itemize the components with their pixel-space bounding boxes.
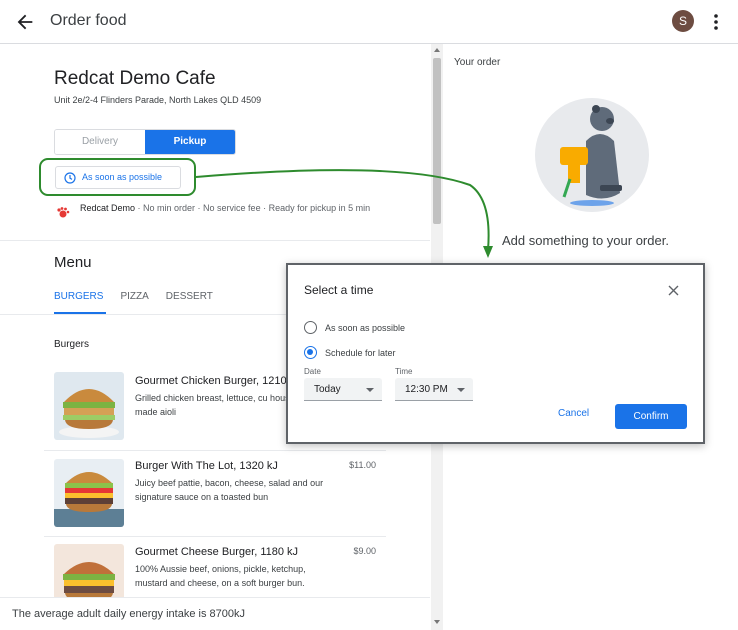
pickup-option[interactable]: Pickup (145, 130, 235, 154)
chevron-down-icon (366, 388, 374, 392)
item-description: 100% Aussie beef, onions, pickle, ketchu… (135, 564, 306, 588)
avatar[interactable]: S (672, 10, 694, 32)
energy-footer: The average adult daily energy intake is… (0, 597, 430, 630)
select-time-dialog: Select a time As soon as possible Schedu… (286, 263, 705, 444)
scroll-up-arrow-icon[interactable] (434, 48, 440, 52)
menu-item[interactable]: Burger With The Lot, 1320 kJ $11.00 Juic… (44, 451, 386, 535)
scrollbar-thumb[interactable] (433, 58, 441, 224)
item-name: Gourmet Chicken Burger, 1210 (135, 375, 287, 387)
redcat-logo-icon (57, 207, 70, 218)
item-description: Grilled chicken breast, lettuce, cu hous… (135, 393, 298, 417)
scroll-down-arrow-icon[interactable] (434, 620, 440, 624)
schedule-later-radio[interactable] (304, 346, 317, 359)
close-icon[interactable] (668, 285, 679, 296)
store-address: Unit 2e/2-4 Flinders Parade, North Lakes… (54, 95, 262, 105)
store-info: Redcat Demo · No min order · No service … (80, 202, 380, 215)
menu-heading: Menu (54, 254, 92, 271)
schedule-later-label: Schedule for later (325, 347, 396, 358)
provider-name: Redcat Demo (80, 203, 136, 213)
cheese-burger-image (54, 544, 124, 597)
item-name: Burger With The Lot, 1320 kJ (135, 460, 278, 472)
delivery-option[interactable]: Delivery (55, 130, 145, 154)
store-name: Redcat Demo Cafe (54, 68, 216, 89)
back-arrow-icon[interactable] (14, 11, 36, 33)
order-heading: Your order (454, 57, 501, 68)
date-label: Date (304, 367, 321, 376)
tab-pizza[interactable]: PIZZA (120, 291, 148, 302)
schedule-later-option[interactable]: Schedule for later (304, 346, 396, 359)
chevron-down-icon (457, 388, 465, 392)
asap-option[interactable]: As soon as possible (304, 321, 405, 334)
pickup-time-button[interactable]: As soon as possible (55, 166, 181, 189)
confirm-button[interactable]: Confirm (615, 404, 687, 429)
asap-radio[interactable] (304, 321, 317, 334)
empty-order-bear-illustration (535, 98, 649, 212)
asap-label: As soon as possible (325, 322, 406, 333)
more-vert-icon[interactable] (710, 12, 722, 32)
item-price: $9.00 (353, 546, 376, 556)
burger-with-the-lot-image (54, 459, 124, 527)
time-label: Time (395, 367, 413, 376)
time-select[interactable]: 12:30 PM (395, 378, 473, 401)
dialog-title: Select a time (304, 283, 374, 297)
tab-dessert[interactable]: DESSERT (166, 291, 213, 302)
empty-order-message: Add something to your order. (502, 233, 669, 248)
divider (0, 240, 430, 241)
menu-tabs: BURGERS PIZZA DESSERT (54, 291, 213, 302)
fulfilment-toggle: Delivery Pickup (54, 129, 236, 155)
time-value: 12:30 PM (405, 384, 448, 395)
page-title: Order food (50, 12, 127, 29)
store-details: · No min order · No service fee · Ready … (135, 203, 371, 213)
cancel-button[interactable]: Cancel (558, 408, 589, 419)
menu-item[interactable]: Gourmet Cheese Burger, 1180 kJ $9.00 100… (44, 537, 386, 597)
item-description: Juicy beef pattie, bacon, cheese, salad … (135, 478, 324, 502)
pickup-time-label: As soon as possible (82, 172, 163, 182)
item-price: $11.00 (349, 460, 376, 470)
item-name: Gourmet Cheese Burger, 1180 kJ (135, 546, 299, 558)
clock-icon (64, 172, 76, 184)
chicken-burger-image (54, 372, 124, 440)
tab-burgers[interactable]: BURGERS (54, 291, 103, 302)
date-value: Today (314, 384, 341, 395)
section-heading: Burgers (54, 339, 90, 350)
date-select[interactable]: Today (304, 378, 382, 401)
app-bar: Order food S (0, 0, 738, 44)
energy-note: The average adult daily energy intake is… (12, 608, 245, 620)
